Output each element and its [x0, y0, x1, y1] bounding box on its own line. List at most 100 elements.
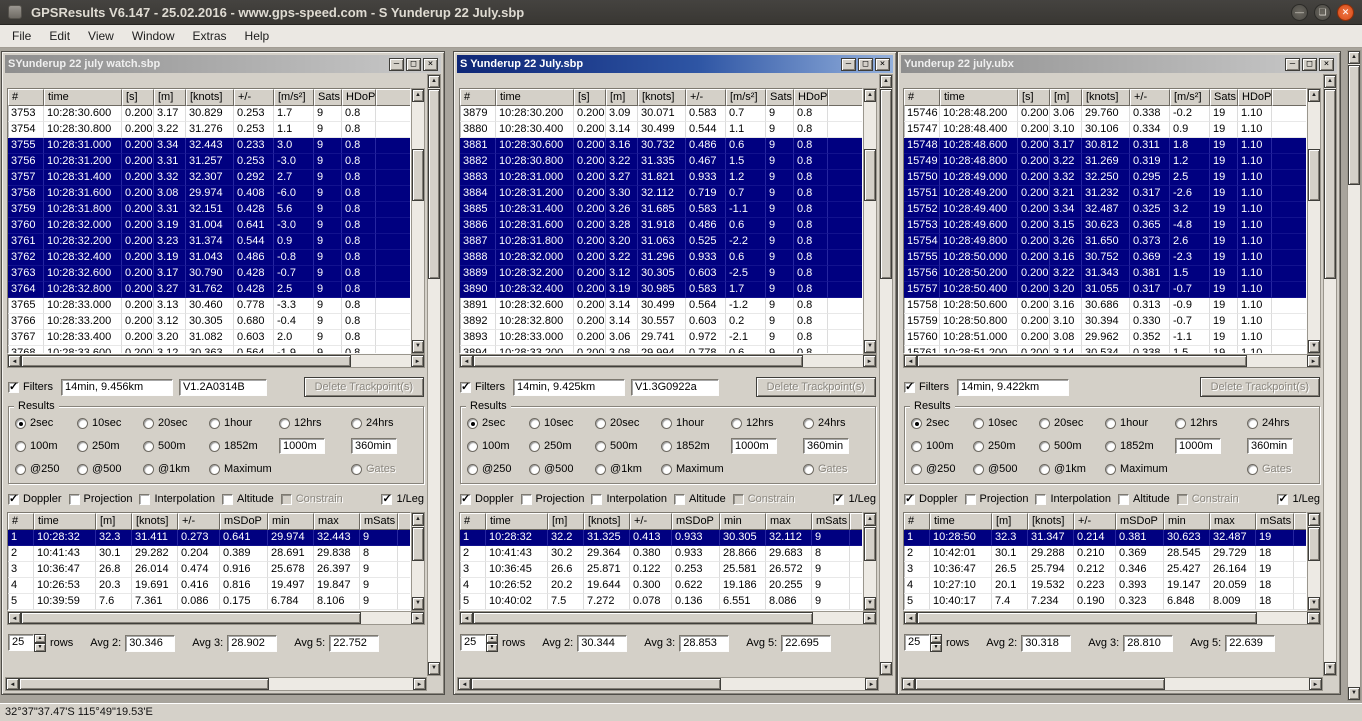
column-header[interactable]: # — [8, 89, 44, 106]
trackpoint-row[interactable]: 388110:28:30.6000.2003.1630.7320.4860.69… — [460, 138, 862, 154]
column-header[interactable]: HDoP — [342, 89, 376, 106]
scroll-right-icon[interactable]: ► — [413, 678, 426, 690]
result-row[interactable]: 410:27:1020.119.5320.2230.39319.14720.05… — [904, 578, 1306, 594]
trackpoint-row[interactable]: 388010:28:30.4000.2003.1430.4990.5441.19… — [460, 122, 862, 138]
result-row[interactable]: 310:36:4726.525.7940.2120.34625.42726.16… — [904, 562, 1306, 578]
column-header[interactable]: mSDoP — [1116, 513, 1164, 530]
scroll-down-icon[interactable]: ▼ — [1308, 340, 1320, 353]
radio-1hour[interactable]: 1hour — [209, 417, 279, 429]
column-header[interactable]: +/- — [1130, 89, 1170, 106]
column-header[interactable]: [knots] — [1028, 513, 1074, 530]
column-header[interactable]: min — [1164, 513, 1210, 530]
radio-maximum[interactable]: Maximum — [209, 463, 279, 475]
checkbox-projection[interactable]: Projection — [69, 493, 133, 505]
scroll-left-icon[interactable]: ◄ — [8, 355, 21, 367]
spinner-down-icon[interactable]: ▼ — [486, 643, 498, 652]
column-header[interactable]: mSats — [812, 513, 850, 530]
scroll-up-icon[interactable]: ▲ — [428, 75, 440, 88]
time-input[interactable]: 360min — [351, 438, 397, 454]
window-vertical-scrollbar[interactable]: ▲ ▼ — [1323, 74, 1337, 676]
scroll-right-icon[interactable]: ► — [863, 612, 876, 624]
trackpoint-row[interactable]: 375610:28:31.2000.2003.3131.2570.253-3.0… — [8, 154, 410, 170]
result-row[interactable]: 410:26:5220.219.6440.3000.62219.18620.25… — [460, 578, 862, 594]
column-header[interactable]: [s] — [1018, 89, 1050, 106]
menu-help[interactable]: Help — [236, 26, 279, 46]
scrollbar-thumb[interactable] — [412, 527, 424, 561]
results-horizontal-scrollbar[interactable]: ◄ ► — [459, 611, 877, 625]
column-header[interactable]: min — [720, 513, 766, 530]
column-header[interactable]: mSDoP — [672, 513, 720, 530]
column-header[interactable]: [m] — [992, 513, 1028, 530]
radio-20sec[interactable]: 20sec — [143, 417, 209, 429]
column-header[interactable]: # — [904, 513, 930, 530]
child-maximize-button[interactable]: □ — [1302, 58, 1317, 71]
scrollbar-thumb[interactable] — [473, 612, 813, 624]
trackpoint-row[interactable]: 389410:28:33.2000.2003.0829.9940.7780.69… — [460, 346, 862, 353]
trackpoint-table[interactable]: #time[s][m][knots]+/-[m/s²]SatsHDoP 3879… — [459, 88, 863, 354]
radio-gates[interactable]: Gates — [803, 463, 869, 475]
radio-maximum[interactable]: Maximum — [1105, 463, 1175, 475]
checkbox-interpolation[interactable]: Interpolation — [591, 493, 667, 505]
scrollbar-thumb[interactable] — [1308, 149, 1320, 201]
trackpoint-row[interactable]: 375310:28:30.6000.2003.1730.8290.2531.79… — [8, 106, 410, 122]
scroll-right-icon[interactable]: ► — [411, 355, 424, 367]
scrollbar-thumb[interactable] — [473, 355, 803, 367]
radio-500[interactable]: @500 — [973, 463, 1039, 475]
trackpoint-row[interactable]: 389210:28:32.8000.2003.1430.5570.6030.29… — [460, 314, 862, 330]
checkbox-altitude[interactable]: Altitude — [674, 493, 726, 505]
scroll-up-icon[interactable]: ▲ — [1308, 513, 1320, 526]
scroll-down-icon[interactable]: ▼ — [880, 662, 892, 675]
column-header[interactable]: [m] — [1050, 89, 1082, 106]
scroll-left-icon[interactable]: ◄ — [8, 612, 21, 624]
result-row[interactable]: 210:42:0130.129.2880.2100.36928.54529.72… — [904, 546, 1306, 562]
trackpoint-row[interactable]: 389110:28:32.6000.2003.1430.4990.564-1.2… — [460, 298, 862, 314]
radio-12hrs[interactable]: 12hrs — [279, 417, 351, 429]
column-header[interactable]: # — [904, 89, 940, 106]
distance-input[interactable]: 1000m — [1175, 438, 1221, 454]
column-header[interactable]: [knots] — [186, 89, 234, 106]
trackpoint-row[interactable]: 388910:28:32.2000.2003.1230.3050.603-2.5… — [460, 266, 862, 282]
trackpoint-row[interactable]: 376310:28:32.6000.2003.1730.7900.428-0.7… — [8, 266, 410, 282]
scrollbar-thumb[interactable] — [21, 612, 361, 624]
filters-checkbox[interactable]: ✓ Filters — [904, 381, 949, 393]
result-row[interactable]: 110:28:5032.331.3470.2140.38130.62332.48… — [904, 530, 1306, 546]
menu-view[interactable]: View — [79, 26, 123, 46]
column-header[interactable]: max — [1210, 513, 1256, 530]
trackpoint-row[interactable]: 388210:28:30.8000.2003.2231.3350.4671.59… — [460, 154, 862, 170]
scroll-up-icon[interactable]: ▲ — [1324, 75, 1336, 88]
result-row[interactable]: 510:40:177.47.2340.1900.3236.8488.00918 — [904, 594, 1306, 610]
scrollbar-thumb[interactable] — [880, 89, 892, 279]
spinner-down-icon[interactable]: ▼ — [930, 643, 942, 652]
result-row[interactable]: 110:28:3232.231.3250.4130.93330.30532.11… — [460, 530, 862, 546]
radio-1hour[interactable]: 1hour — [661, 417, 731, 429]
window-horizontal-scrollbar[interactable]: ◄ ► — [457, 677, 879, 691]
trackpoint-row[interactable]: 1575610:28:50.2000.2003.2231.3430.3811.5… — [904, 266, 1306, 282]
rows-spinner[interactable]: 25 ▲ ▼ — [904, 634, 942, 652]
scroll-down-icon[interactable]: ▼ — [1324, 662, 1336, 675]
menu-edit[interactable]: Edit — [40, 26, 79, 46]
radio-1852m[interactable]: 1852m — [661, 440, 731, 452]
radio-2sec[interactable]: 2sec — [467, 417, 529, 429]
column-header[interactable]: max — [314, 513, 360, 530]
trackpoint-row[interactable]: 1575910:28:50.8000.2003.1030.3940.330-0.… — [904, 314, 1306, 330]
results-table[interactable]: #time[m][knots]+/-mSDoPminmaxmSats 110:2… — [903, 512, 1307, 611]
radio-2sec[interactable]: 2sec — [911, 417, 973, 429]
checkbox-doppler[interactable]: ✓Doppler — [8, 493, 62, 505]
radio-500[interactable]: @500 — [77, 463, 143, 475]
checkbox-altitude[interactable]: Altitude — [222, 493, 274, 505]
time-input[interactable]: 360min — [1247, 438, 1293, 454]
trackpoint-row[interactable]: 376010:28:32.0000.2003.1931.0040.641-3.0… — [8, 218, 410, 234]
radio-250m[interactable]: 250m — [529, 440, 595, 452]
result-row[interactable]: 310:36:4726.826.0140.4740.91625.67826.39… — [8, 562, 410, 578]
trackpoint-row[interactable]: 388510:28:31.4000.2003.2631.6850.583-1.1… — [460, 202, 862, 218]
menu-extras[interactable]: Extras — [184, 26, 236, 46]
trackpoint-row[interactable]: 375410:28:30.8000.2003.2231.2760.2531.19… — [8, 122, 410, 138]
results-horizontal-scrollbar[interactable]: ◄ ► — [7, 611, 425, 625]
column-header[interactable]: +/- — [234, 89, 274, 106]
trackpoint-row[interactable]: 376810:28:33.6000.2003.1230.3630.564-1.9… — [8, 346, 410, 353]
child-maximize-button[interactable]: □ — [406, 58, 421, 71]
trackpoint-row[interactable]: 375910:28:31.8000.2003.3132.1510.4285.69… — [8, 202, 410, 218]
radio-250m[interactable]: 250m — [973, 440, 1039, 452]
scroll-left-icon[interactable]: ◄ — [458, 678, 471, 690]
menu-file[interactable]: File — [3, 26, 40, 46]
